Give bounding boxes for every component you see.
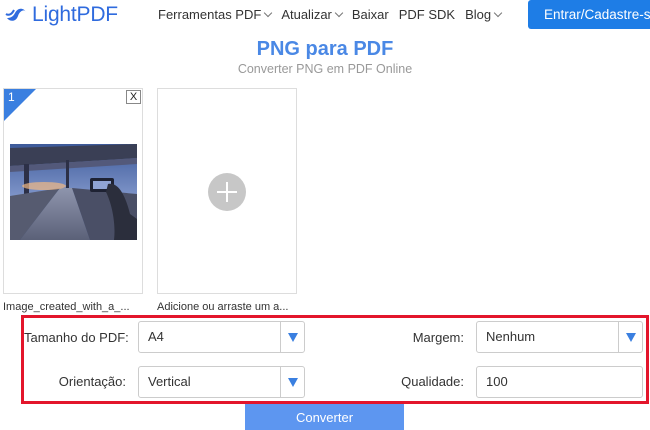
login-signup-button[interactable]: Entrar/Cadastre-se [528, 0, 650, 29]
plus-icon[interactable] [208, 173, 246, 211]
nav-item-label: PDF SDK [398, 7, 456, 22]
page-size-select[interactable]: A4 [138, 321, 305, 353]
nav-item-atualizar[interactable]: Atualizar [281, 7, 344, 22]
lightpdf-logo-icon [5, 8, 26, 21]
file-name-caption: Image_created_with_a_... [3, 301, 130, 313]
margin-select[interactable]: Nenhum [476, 321, 643, 353]
quality-value: 100 [486, 374, 508, 389]
margin-value: Nenhum [486, 329, 536, 344]
file-index-number: 1 [8, 90, 15, 104]
nav-item-ferramentas-pdf[interactable]: Ferramentas PDF [158, 7, 273, 22]
add-file-card[interactable] [157, 88, 297, 294]
dropdown-arrow-icon[interactable] [280, 322, 304, 352]
nav-item-label: Blog [465, 7, 492, 22]
page-size-value: A4 [148, 329, 164, 344]
add-file-caption: Adicione ou arraste um a... [157, 301, 289, 313]
orientation-select[interactable]: Vertical [138, 366, 305, 398]
nav-item-label: Baixar [351, 7, 389, 22]
convert-button[interactable]: Converter [245, 404, 404, 430]
nav-item-pdf-sdk[interactable]: PDF SDK [399, 7, 455, 22]
orientation-label: Orientação: [58, 374, 126, 389]
nav-item-blog[interactable]: Blog [465, 7, 503, 22]
nav-item-label: Ferramentas PDF [158, 7, 262, 22]
thumbnail-image [10, 144, 137, 240]
logo[interactable]: LightPDF [4, 3, 118, 27]
nav-item-label: Atualizar [281, 7, 332, 22]
quality-label: Qualidade: [401, 374, 464, 389]
nav-item-baixar[interactable]: Baixar [352, 7, 389, 22]
orientation-value: Vertical [148, 374, 191, 389]
chevron-down-icon [334, 8, 344, 17]
remove-file-button[interactable]: X [126, 90, 141, 104]
file-thumbnail [10, 144, 137, 240]
margin-label: Margem: [412, 330, 464, 345]
main-nav: Ferramentas PDF Atualizar Baixar PDF SDK… [158, 7, 511, 22]
quality-input[interactable]: 100 [476, 366, 643, 398]
file-card[interactable]: 1 X [3, 88, 143, 294]
page-subtitle: Converter PNG em PDF Online [237, 62, 413, 76]
chevron-down-icon [493, 8, 503, 17]
chevron-down-icon [264, 8, 273, 17]
dropdown-arrow-icon[interactable] [618, 322, 642, 352]
page-title: PNG para PDF [256, 38, 394, 60]
logo-text: LightPDF [32, 3, 118, 26]
page-size-label: Tamanho do PDF: [24, 330, 129, 345]
dropdown-arrow-icon[interactable] [280, 367, 304, 397]
top-header: LightPDF Ferramentas PDF Atualizar Baixa… [0, 0, 650, 30]
